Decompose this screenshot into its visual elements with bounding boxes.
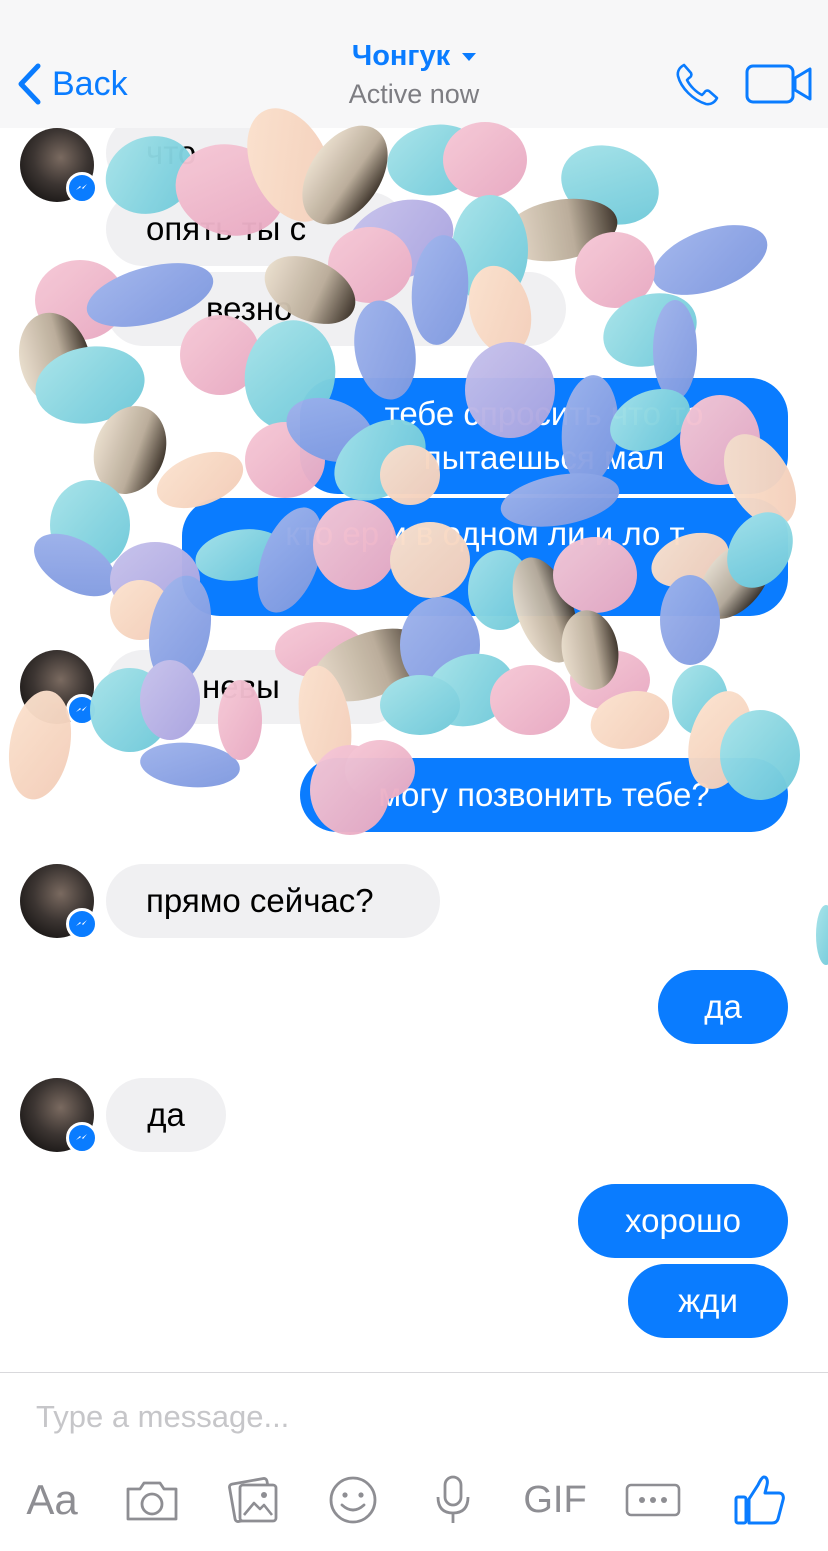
caret-down-icon bbox=[462, 52, 477, 61]
video-camera-icon[interactable] bbox=[745, 64, 813, 104]
chat-header: Back Чонгук Active now bbox=[0, 0, 828, 128]
incoming-message: что bbox=[106, 128, 286, 190]
avatar[interactable] bbox=[20, 1078, 98, 1154]
photo-gallery-icon[interactable] bbox=[226, 1473, 282, 1527]
incoming-message: невы bbox=[106, 650, 406, 724]
outgoing-message: да bbox=[658, 970, 788, 1044]
messenger-icon bbox=[66, 908, 98, 940]
incoming-message: везно bbox=[106, 272, 566, 346]
composer: Type a message... Aa GIF bbox=[0, 1372, 828, 1551]
incoming-message: прямо сейчас? bbox=[106, 864, 440, 938]
outgoing-message: кто ер и в одном ли и ло т bbox=[182, 498, 788, 616]
gif-button[interactable]: GIF bbox=[520, 1473, 590, 1527]
messenger-icon bbox=[66, 694, 98, 726]
messenger-icon bbox=[66, 172, 98, 204]
emoji-icon[interactable] bbox=[326, 1473, 380, 1527]
messenger-icon bbox=[66, 1122, 98, 1154]
camera-icon[interactable] bbox=[122, 1473, 182, 1527]
more-icon[interactable] bbox=[624, 1473, 682, 1527]
avatar[interactable] bbox=[20, 864, 98, 940]
avatar[interactable] bbox=[20, 650, 98, 726]
outgoing-message: могу позвонить тебе? bbox=[300, 758, 788, 832]
outgoing-message: тебе спросить что то пытаешься мал bbox=[300, 378, 788, 494]
phone-icon[interactable] bbox=[674, 62, 720, 108]
text-format-button[interactable]: Aa bbox=[22, 1473, 82, 1527]
outgoing-message: хорошо bbox=[578, 1184, 788, 1258]
incoming-message: да bbox=[106, 1078, 226, 1152]
avatar[interactable] bbox=[20, 128, 98, 204]
thumbs-up-icon[interactable] bbox=[732, 1473, 788, 1527]
contact-name: Чонгук bbox=[351, 40, 451, 72]
outgoing-message: жди bbox=[628, 1264, 788, 1338]
incoming-message: опять ты с bbox=[106, 192, 406, 266]
microphone-icon[interactable] bbox=[432, 1473, 474, 1527]
message-input[interactable]: Type a message... bbox=[36, 1399, 289, 1435]
message-list[interactable]: что опять ты с везно тебе спросить что т… bbox=[0, 128, 828, 1372]
